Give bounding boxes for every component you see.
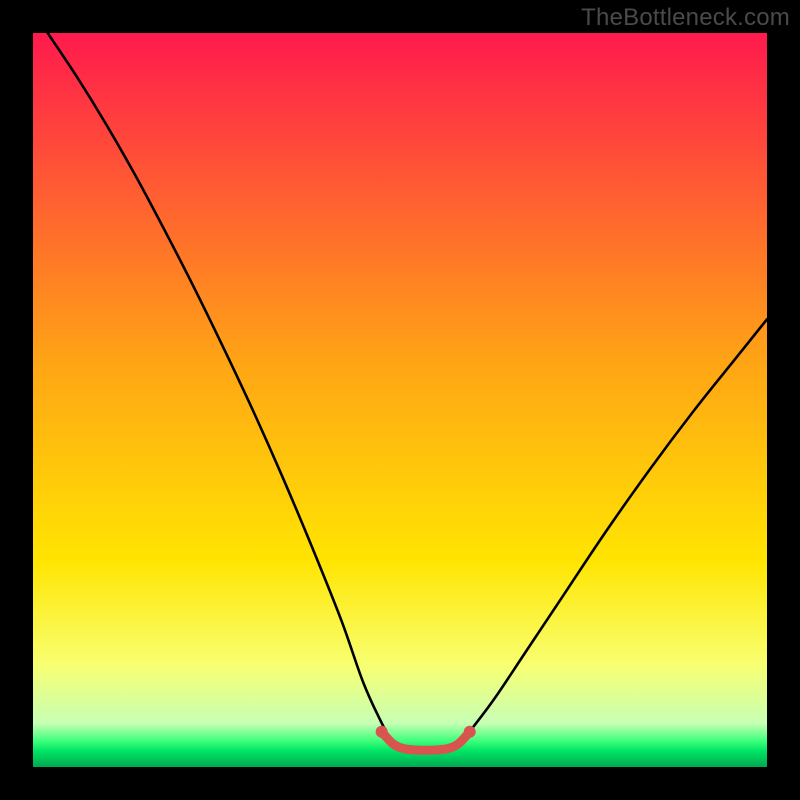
- chart-frame: TheBottleneck.com: [0, 0, 800, 800]
- gradient-background: [33, 33, 767, 767]
- valley-endpoint-right: [464, 726, 476, 738]
- valley-endpoint-left: [376, 726, 388, 738]
- bottleneck-chart: [0, 0, 800, 800]
- watermark-text: TheBottleneck.com: [581, 4, 790, 32]
